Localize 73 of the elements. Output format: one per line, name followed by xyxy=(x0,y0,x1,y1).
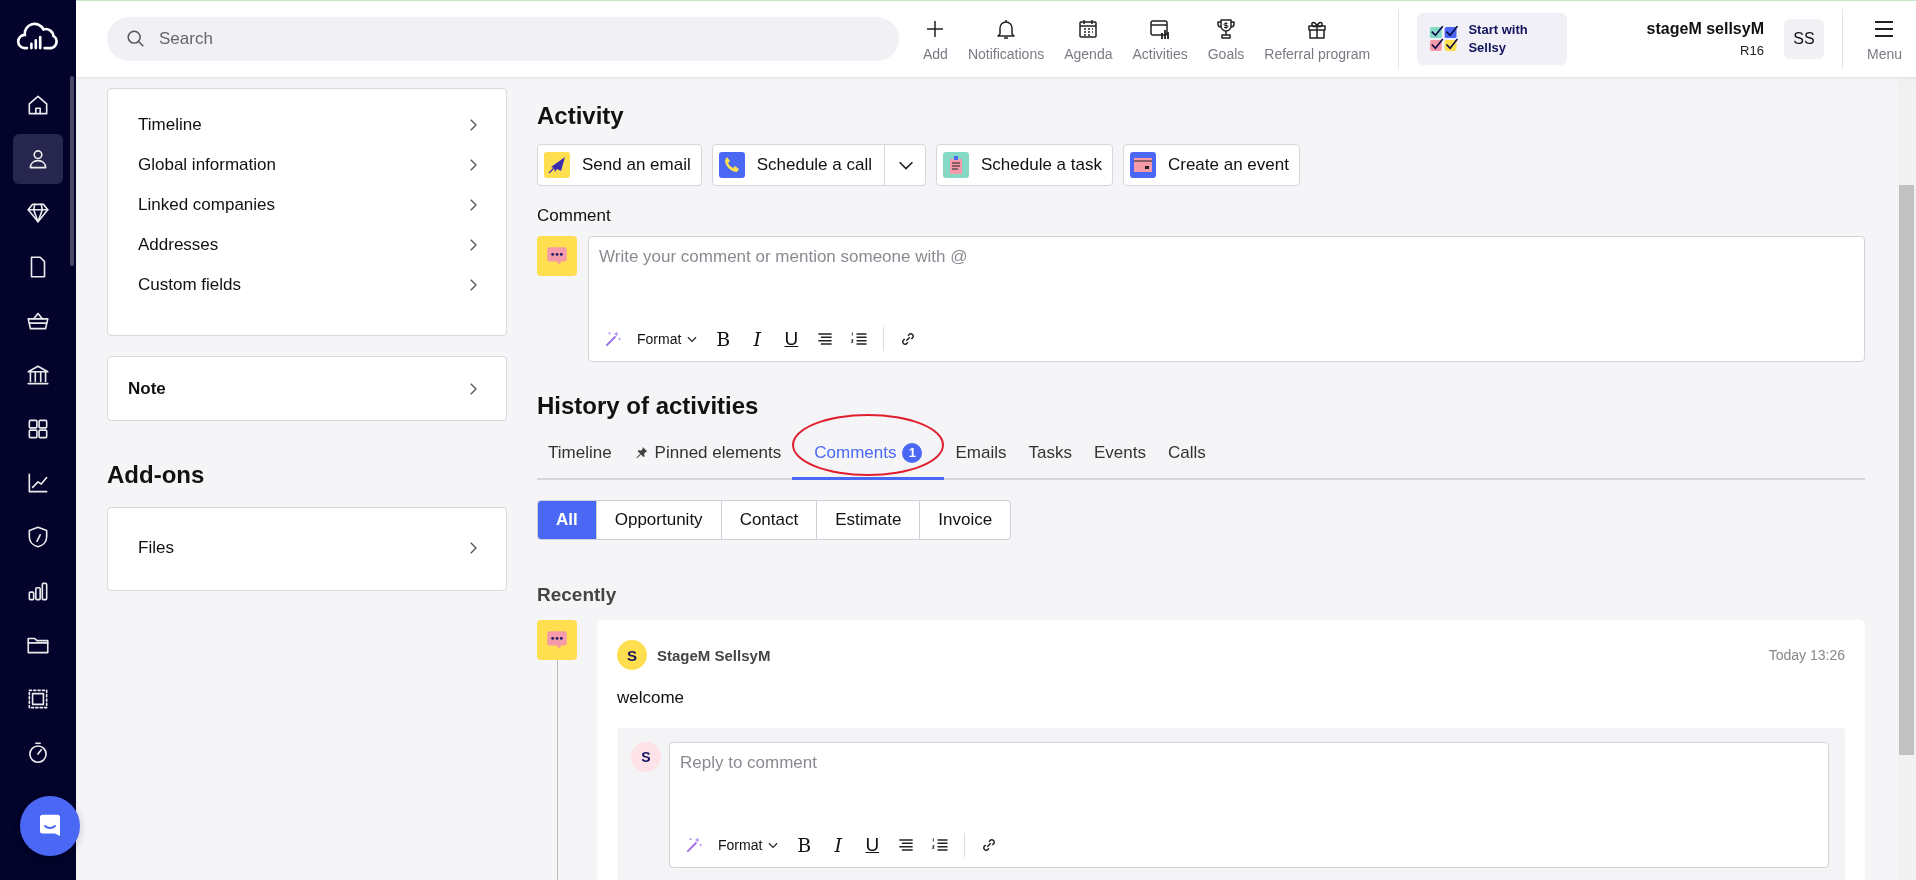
magic-wand-icon[interactable] xyxy=(684,835,704,855)
bold-button[interactable]: B xyxy=(713,328,734,350)
history-tab[interactable]: Pinned elements xyxy=(622,428,793,480)
scrollbar[interactable] xyxy=(1897,77,1916,880)
paper-plane-icon xyxy=(544,152,570,178)
comment-time: Today 13:26 xyxy=(1768,647,1845,663)
phone-icon xyxy=(718,152,745,178)
comment-label: Comment xyxy=(537,206,612,226)
menu-button[interactable]: Menu xyxy=(1860,16,1908,62)
italic-button[interactable]: I xyxy=(747,328,768,350)
reply-avatar: S xyxy=(631,742,661,772)
section-link[interactable]: Custom fields xyxy=(138,265,482,305)
gift-action[interactable]: Referral program xyxy=(1254,16,1381,62)
email-button[interactable]: Send an email xyxy=(537,144,702,186)
user-name: stageM sellsyM xyxy=(1646,20,1764,38)
start-guide-label: Start with Sellsy xyxy=(1468,21,1529,57)
format-dropdown[interactable]: Format xyxy=(637,331,700,347)
filter-segment[interactable]: Opportunity xyxy=(595,501,721,539)
author-name: StageM SellsyM xyxy=(657,646,771,664)
section-link[interactable]: Addresses xyxy=(138,225,482,265)
bell-action[interactable]: Notifications xyxy=(957,16,1055,62)
speech-bubble-icon xyxy=(537,236,577,276)
search-field[interactable]: Search xyxy=(107,17,899,61)
add-action[interactable]: Add xyxy=(913,16,958,62)
user-role: R16 xyxy=(1740,43,1764,58)
section-link[interactable]: Global information xyxy=(138,145,482,185)
search-input[interactable]: Search xyxy=(157,28,881,50)
recently-heading: Recently xyxy=(537,584,618,606)
author-avatar: S xyxy=(617,640,647,670)
count-badge: 1 xyxy=(902,442,923,463)
bold-button[interactable]: B xyxy=(794,834,815,856)
search-icon xyxy=(125,28,147,50)
filter-segment[interactable]: All xyxy=(538,501,596,539)
calendar-action[interactable]: Agenda xyxy=(1054,16,1123,62)
trophy-action[interactable]: Goals xyxy=(1197,16,1255,62)
history-tab[interactable]: Tasks xyxy=(1017,428,1083,480)
activity-heading: Activity xyxy=(537,102,625,130)
note-card[interactable]: Note xyxy=(107,356,507,421)
event-button[interactable]: Create an event xyxy=(1122,144,1300,186)
history-tab[interactable]: Events xyxy=(1082,428,1157,480)
comment-editor[interactable]: Write your comment or mention someone with @ Format B I U xyxy=(588,236,1865,362)
magic-wand-icon[interactable] xyxy=(603,329,623,349)
history-tab[interactable]: Timeline xyxy=(537,428,623,480)
activities-action[interactable]: Activities xyxy=(1122,16,1198,62)
filter-segment[interactable]: Contact xyxy=(720,501,817,539)
history-tab[interactable]: Emails xyxy=(944,428,1018,480)
section-link[interactable]: Linked companies xyxy=(138,185,482,225)
filter-segment[interactable]: Invoice xyxy=(919,501,1011,539)
clipboard-icon xyxy=(943,152,969,178)
underline-button[interactable]: U xyxy=(781,328,802,350)
start-guide-card[interactable]: Start with Sellsy xyxy=(1417,13,1568,65)
note-title: Note xyxy=(128,378,166,399)
schedule-call-split-button[interactable]: Schedule a call xyxy=(711,144,926,186)
trophy-icon xyxy=(1214,16,1238,41)
history-tab[interactable]: Calls xyxy=(1156,428,1217,480)
addon-link[interactable]: Files xyxy=(138,528,482,568)
history-tab[interactable]: Comments 1 xyxy=(792,428,945,480)
user-avatar[interactable]: SS xyxy=(1783,19,1824,59)
addons-heading: Add-ons xyxy=(107,461,206,489)
comment-text: welcome xyxy=(617,688,686,708)
checklist-icon xyxy=(1429,24,1459,54)
section-link[interactable]: Timeline xyxy=(138,105,482,145)
history-heading: History of activities xyxy=(537,392,760,420)
scrollbar-thumb[interactable] xyxy=(70,76,74,266)
task-button[interactable]: Schedule a task xyxy=(936,144,1113,186)
italic-button[interactable]: I xyxy=(828,834,849,856)
person-icon[interactable] xyxy=(13,134,63,184)
underline-button[interactable]: U xyxy=(862,834,883,856)
format-dropdown[interactable]: Format xyxy=(718,837,781,853)
reply-editor[interactable]: Reply to comment Format B I U xyxy=(669,742,1829,868)
speech-bubble-icon xyxy=(537,620,577,660)
filter-segment[interactable]: Estimate xyxy=(816,501,920,539)
calendar-icon xyxy=(1129,152,1156,178)
